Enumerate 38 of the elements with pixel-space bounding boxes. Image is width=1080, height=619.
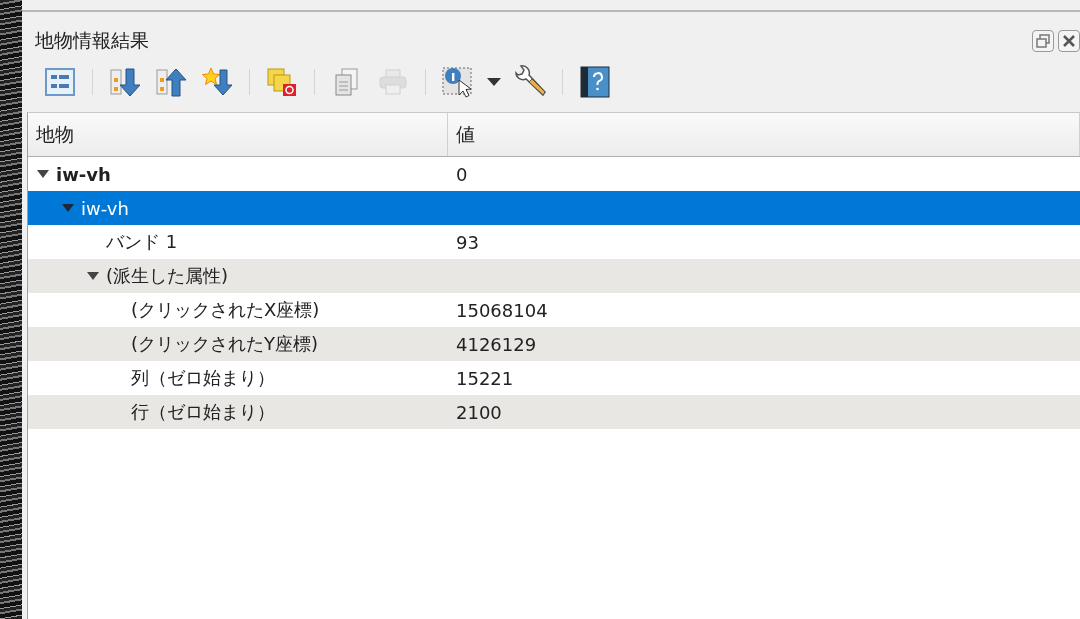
tree-row[interactable]: (派生した属性) — [28, 259, 1080, 293]
tree-row[interactable]: (クリックされたY座標) 4126129 — [28, 327, 1080, 361]
close-button[interactable] — [1058, 30, 1080, 52]
arrow-up-icon — [155, 66, 187, 98]
help-icon — [580, 66, 610, 98]
float-button[interactable] — [1032, 30, 1054, 52]
panel-title: 地物情報結果 — [35, 28, 149, 53]
value-text: 93 — [456, 231, 479, 253]
feature-label: (クリックされたX座標) — [131, 298, 320, 322]
star-arrow-icon — [201, 66, 233, 98]
wrench-icon — [513, 65, 547, 99]
feature-label: 列（ゼロ始まり） — [131, 366, 275, 390]
column-header[interactable]: 地物 — [28, 113, 448, 156]
layers-clear-icon — [266, 66, 298, 98]
info-cursor-icon — [441, 66, 475, 98]
feature-label: iw-vh — [56, 163, 111, 185]
tree-row[interactable]: 行（ゼロ始まり） 2100 — [28, 395, 1080, 429]
caret-icon — [487, 78, 501, 86]
value-text: 15068104 — [456, 299, 548, 321]
tree-row[interactable]: iw-vh — [28, 191, 1080, 225]
copy-icon — [333, 66, 361, 98]
feature-label: iw-vh — [81, 197, 129, 219]
arrow-down-icon — [109, 66, 141, 98]
value-text: 2100 — [456, 401, 502, 423]
feature-label: (派生した属性) — [106, 264, 229, 288]
feature-label: バンド 1 — [106, 230, 178, 254]
feature-label: 行（ゼロ始まり） — [131, 400, 275, 424]
value-text: 15221 — [456, 367, 514, 389]
expanded-arrow-icon[interactable] — [86, 271, 100, 281]
float-icon — [1036, 34, 1050, 48]
feature-label: (クリックされたY座標) — [131, 332, 319, 356]
value-text: 4126129 — [456, 333, 537, 355]
expanded-arrow-icon[interactable] — [36, 169, 50, 179]
list-icon — [44, 67, 76, 97]
value-text: 0 — [456, 163, 468, 185]
printer-icon — [377, 68, 409, 96]
close-icon — [1062, 34, 1076, 48]
column-header[interactable]: 値 — [448, 113, 1080, 156]
